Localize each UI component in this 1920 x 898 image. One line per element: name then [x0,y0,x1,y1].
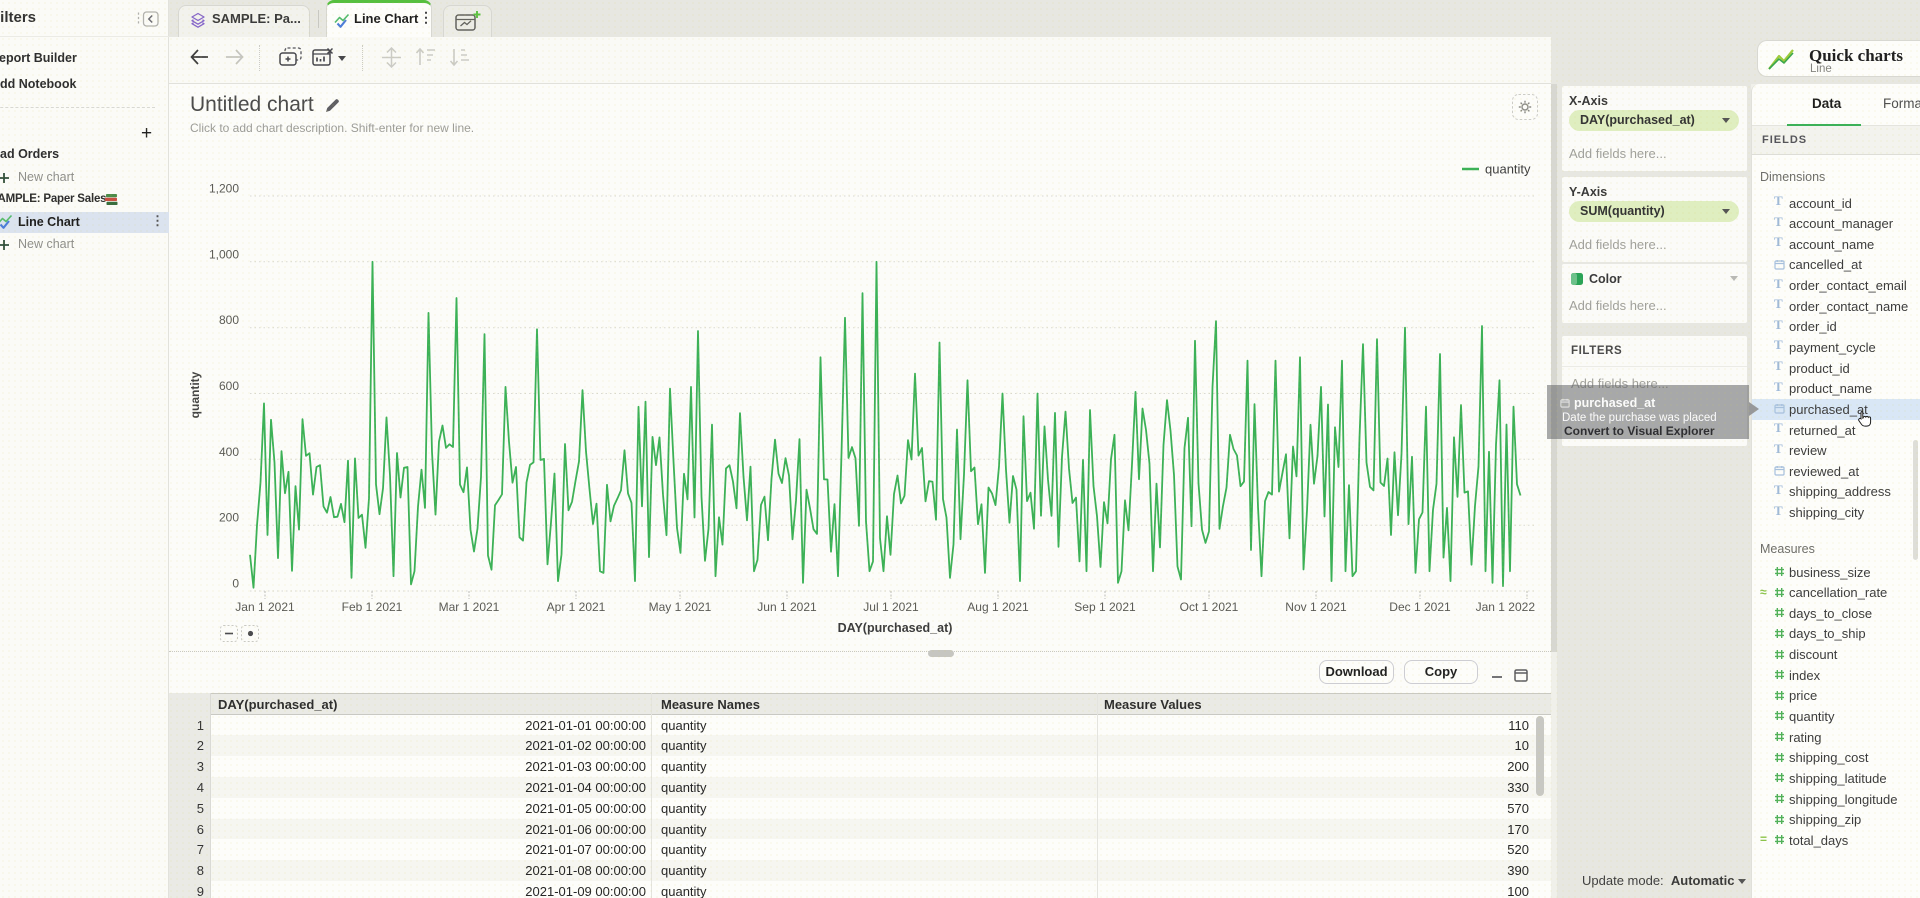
svg-text:Apr 1 2021: Apr 1 2021 [547,600,606,614]
svg-text:Jun 1 2021: Jun 1 2021 [757,600,817,614]
svg-text:Sep 1 2021: Sep 1 2021 [1074,600,1136,614]
svg-text:Nov 1 2021: Nov 1 2021 [1285,600,1347,614]
svg-text:Jul 1 2021: Jul 1 2021 [863,600,919,614]
svg-text:quantity: quantity [188,371,202,418]
svg-text:quantity: quantity [1485,162,1531,177]
svg-text:Jan 1 2022: Jan 1 2022 [1476,600,1536,614]
svg-text:Mar 1 2021: Mar 1 2021 [439,600,500,614]
svg-text:Dec 1 2021: Dec 1 2021 [1389,600,1451,614]
svg-text:600: 600 [219,379,239,393]
svg-text:Jan 1 2021: Jan 1 2021 [235,600,295,614]
svg-text:DAY(purchased_at): DAY(purchased_at) [838,621,953,635]
svg-text:Oct 1 2021: Oct 1 2021 [1180,600,1239,614]
svg-text:800: 800 [219,313,239,327]
svg-text:200: 200 [219,511,239,525]
svg-text:1,000: 1,000 [209,247,239,261]
svg-text:May 1 2021: May 1 2021 [649,600,712,614]
svg-text:Aug 1 2021: Aug 1 2021 [967,600,1029,614]
svg-text:0: 0 [232,577,239,591]
svg-text:Feb 1 2021: Feb 1 2021 [342,600,403,614]
svg-text:400: 400 [219,445,239,459]
svg-text:1,200: 1,200 [209,182,239,196]
